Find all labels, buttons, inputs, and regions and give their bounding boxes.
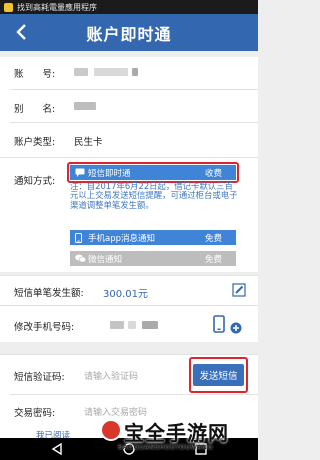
notify-option-price: 免费 bbox=[204, 233, 222, 244]
notify-option-app[interactable]: 手机app消息通知 免费 bbox=[70, 230, 236, 245]
highlight-box-sms-option bbox=[67, 162, 239, 183]
back-button[interactable] bbox=[10, 20, 32, 44]
watermark-subtext: BAOQUANSHOUYOUWANG bbox=[118, 443, 213, 451]
site-watermark: 宝全手游网 BAOQUANSHOUYOUWANG bbox=[100, 415, 258, 460]
edit-icon bbox=[232, 283, 246, 297]
threshold-value: 300.01元 bbox=[103, 289, 148, 300]
notify-option-label: 手机app消息通知 bbox=[88, 233, 156, 244]
status-bar-text: 找到高耗電量應用程序 bbox=[17, 2, 97, 12]
app-notification-icon bbox=[4, 2, 13, 12]
highlight-box-send-sms bbox=[189, 357, 248, 393]
notify-option-label: 微信通知 bbox=[88, 254, 123, 265]
phone-device-button[interactable] bbox=[213, 315, 225, 333]
account-number-label: 账 号: bbox=[14, 69, 56, 80]
smartphone-icon bbox=[213, 315, 225, 333]
phone-label: 修改手机号码: bbox=[14, 322, 75, 333]
masked-phone-number bbox=[110, 321, 124, 329]
account-type-label: 账户类型: bbox=[14, 137, 56, 148]
alias-label: 别 名: bbox=[14, 104, 56, 115]
phone-icon bbox=[75, 233, 82, 243]
add-phone-button[interactable] bbox=[230, 319, 242, 334]
plus-circle-icon bbox=[230, 322, 242, 334]
edit-threshold-button[interactable] bbox=[232, 282, 246, 297]
account-type-value: 民生卡 bbox=[74, 137, 103, 148]
notify-option-wechat[interactable]: 微信通知 免费 bbox=[70, 251, 236, 266]
masked-account-number bbox=[74, 68, 88, 76]
watermark-logo-icon bbox=[100, 419, 122, 441]
title-bar: 账户即时通 bbox=[0, 14, 258, 51]
status-bar: 找到高耗電量應用程序 bbox=[0, 0, 258, 14]
notify-notice-text: 注：自2017年6月22日起，借记卡默认三百元以上交易发送短信提醒，可通过柜台或… bbox=[70, 181, 238, 210]
notify-method-label: 通知方式: bbox=[14, 176, 56, 187]
sms-code-input[interactable]: 请输入验证码 bbox=[84, 369, 138, 382]
watermark-text: 宝全手游网 bbox=[124, 421, 229, 445]
page-title: 账户即时通 bbox=[86, 24, 172, 44]
notify-option-price: 免费 bbox=[204, 254, 222, 265]
wechat-icon bbox=[75, 254, 86, 263]
sms-code-label: 短信验证码: bbox=[14, 372, 65, 383]
trade-password-label: 交易密码: bbox=[14, 408, 56, 419]
masked-alias bbox=[74, 102, 96, 110]
threshold-label: 短信单笔发生额: bbox=[14, 288, 84, 299]
chevron-left-icon bbox=[16, 24, 26, 40]
nav-back-icon[interactable] bbox=[50, 442, 64, 456]
